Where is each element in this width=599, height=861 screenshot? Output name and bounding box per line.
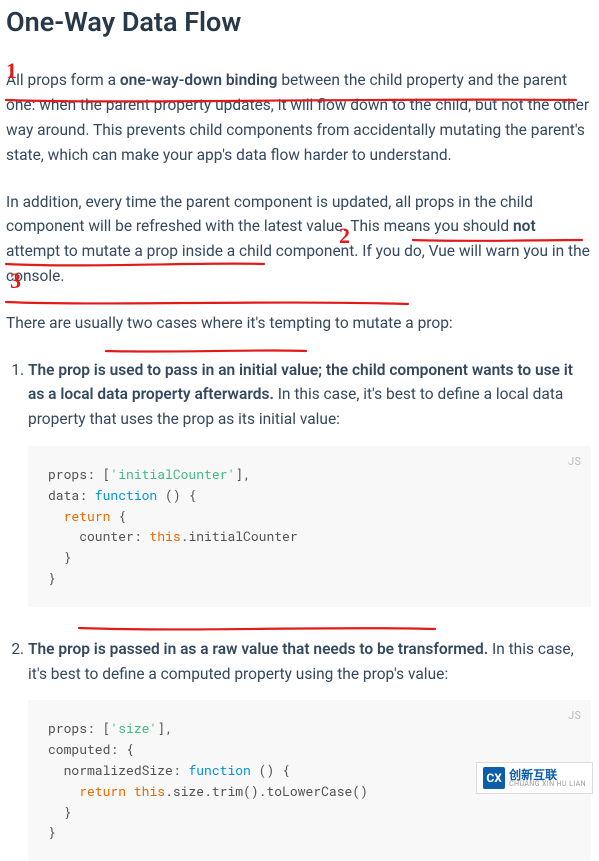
text: All props form a (6, 71, 120, 89)
page-title: One-Way Data Flow (6, 6, 591, 38)
code-lang-badge: JS (568, 706, 581, 724)
code-lang-badge: JS (568, 452, 581, 470)
watermark: CX 创新互联 CHUANG XIN HU LIAN (476, 762, 593, 794)
paragraph-2: In addition, every time the parent compo… (6, 190, 591, 289)
watermark-brand: 创新互联 (509, 769, 586, 781)
bold-text: not (513, 217, 536, 235)
paragraph-1: All props form a one-way-down binding be… (6, 68, 591, 167)
list-item: The prop is passed in as a raw value tha… (28, 637, 591, 861)
list-item: The prop is used to pass in an initial v… (28, 358, 591, 607)
code-block-1: JSprops: ['initialCounter'], data: funct… (28, 446, 591, 607)
bold-text: The prop is passed in as a raw value tha… (28, 640, 488, 658)
text: In addition, every time the parent compo… (6, 193, 533, 236)
text: attempt to mutate a prop inside a child … (6, 242, 590, 285)
watermark-sub: CHUANG XIN HU LIAN (509, 781, 586, 788)
paragraph-3: There are usually two cases where it's t… (6, 311, 591, 336)
watermark-logo: CX (483, 767, 505, 789)
bold-text: one-way-down binding (120, 71, 278, 89)
